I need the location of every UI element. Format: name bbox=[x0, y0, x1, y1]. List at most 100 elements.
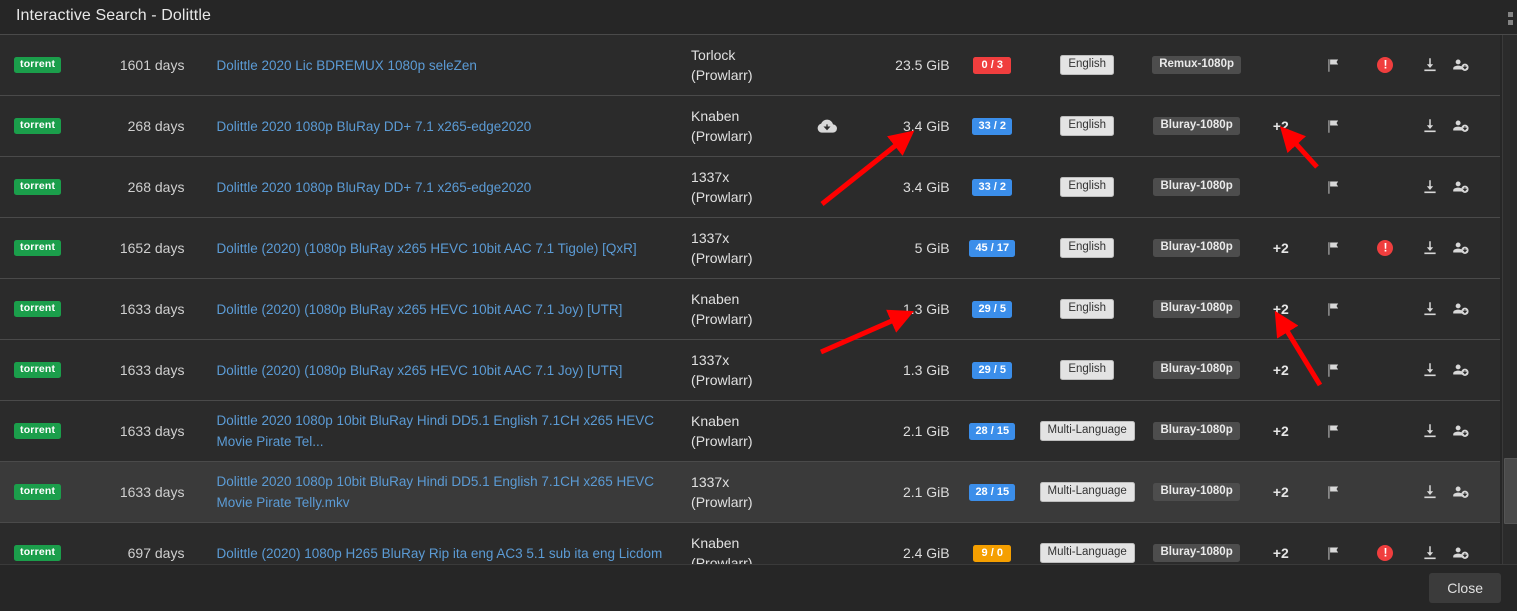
release-title-link[interactable]: Dolittle (2020) (1080p BluRay x265 HEVC … bbox=[216, 360, 622, 381]
age-value: 1633 days bbox=[119, 362, 185, 378]
warning-icon[interactable]: ! bbox=[1377, 57, 1394, 73]
peers-badge: 28 / 15 bbox=[969, 422, 1016, 440]
indexer-name: Knaben bbox=[691, 413, 740, 429]
download-icon[interactable] bbox=[1421, 422, 1439, 440]
download-icon[interactable] bbox=[1421, 56, 1439, 74]
cloud-download-icon[interactable] bbox=[817, 116, 837, 136]
download-icon[interactable] bbox=[1421, 361, 1439, 379]
release-age-cell: 1633 days bbox=[97, 362, 194, 378]
release-size-cell: 2.1 GiB bbox=[861, 423, 950, 439]
flag-icon[interactable] bbox=[1326, 302, 1341, 317]
peers-badge: 45 / 17 bbox=[969, 239, 1016, 257]
person-download-icon[interactable] bbox=[1451, 300, 1470, 319]
resize-grip-icon[interactable] bbox=[1503, 4, 1517, 32]
peers-cell: 0 / 3 bbox=[950, 56, 1035, 74]
indexer-cell: Torlock (Prowlarr) bbox=[691, 45, 793, 85]
download-icon[interactable] bbox=[1421, 544, 1439, 562]
release-title-cell: Dolittle 2020 Lic BDREMUX 1080p seleZen bbox=[194, 55, 691, 76]
table-row[interactable]: torrent 268 days Dolittle 2020 1080p BluRa… bbox=[0, 157, 1500, 218]
size-value: 2.4 GiB bbox=[902, 545, 950, 561]
modal-footer: Close bbox=[0, 564, 1517, 611]
flag-icon[interactable] bbox=[1326, 363, 1341, 378]
release-title-link[interactable]: Dolittle 2020 Lic BDREMUX 1080p seleZen bbox=[216, 55, 476, 76]
size-value: 1.3 GiB bbox=[902, 362, 950, 378]
flag-icon[interactable] bbox=[1326, 119, 1341, 134]
download-icon[interactable] bbox=[1421, 300, 1439, 318]
release-title-link[interactable]: Dolittle 2020 1080p BluRay DD+ 7.1 x265-… bbox=[216, 116, 531, 137]
protocol-badge: torrent bbox=[14, 362, 62, 378]
flag-icon[interactable] bbox=[1326, 58, 1341, 73]
peers-cell: 33 / 2 bbox=[950, 117, 1035, 135]
indexer-source: (Prowlarr) bbox=[691, 311, 753, 327]
peers-cell: 28 / 15 bbox=[950, 422, 1035, 440]
flag-icon[interactable] bbox=[1326, 241, 1341, 256]
peers-cell: 29 / 5 bbox=[950, 361, 1035, 379]
protocol-badge: torrent bbox=[14, 240, 62, 256]
table-row[interactable]: torrent 1601 days Dolittle 2020 Lic BDREMU… bbox=[0, 35, 1500, 96]
release-age-cell: 268 days bbox=[97, 179, 194, 195]
vertical-scrollbar[interactable] bbox=[1502, 35, 1517, 564]
release-title-link[interactable]: Dolittle (2020) (1080p BluRay x265 HEVC … bbox=[216, 238, 636, 259]
warning-icon[interactable]: ! bbox=[1377, 240, 1394, 256]
table-row[interactable]: torrent 1633 days Dolittle 2020 1080p 10bi… bbox=[0, 462, 1500, 523]
scrollbar-thumb[interactable] bbox=[1504, 458, 1517, 524]
table-row[interactable]: torrent 268 days Dolittle 2020 1080p BluRa… bbox=[0, 96, 1500, 157]
quality-cell: Bluray-1080p bbox=[1139, 483, 1253, 501]
custom-format-count: +2 bbox=[1272, 362, 1289, 378]
close-button[interactable]: Close bbox=[1429, 573, 1501, 603]
peers-cell: 33 / 2 bbox=[950, 178, 1035, 196]
download-icon[interactable] bbox=[1421, 239, 1439, 257]
rejection-cell: ! bbox=[1358, 545, 1412, 561]
release-title-cell: Dolittle 2020 1080p BluRay DD+ 7.1 x265-… bbox=[194, 177, 691, 198]
warning-icon[interactable]: ! bbox=[1377, 545, 1394, 561]
rejection-cell: ! bbox=[1358, 240, 1412, 256]
person-download-icon[interactable] bbox=[1451, 178, 1470, 197]
quality-badge: Bluray-1080p bbox=[1153, 483, 1240, 501]
protocol-badge: torrent bbox=[14, 545, 62, 561]
custom-formats-cell: +2 bbox=[1254, 484, 1308, 500]
release-title-link[interactable]: Dolittle (2020) 1080p H265 BluRay Rip it… bbox=[216, 543, 662, 564]
table-row[interactable]: torrent 1633 days Dolittle (2020) (1080p B… bbox=[0, 340, 1500, 401]
release-title-link[interactable]: Dolittle 2020 1080p 10bit BluRay Hindi D… bbox=[216, 471, 691, 513]
release-size-cell: 2.4 GiB bbox=[861, 545, 950, 561]
quality-badge: Bluray-1080p bbox=[1153, 422, 1240, 440]
release-protocol-cell: torrent bbox=[0, 301, 97, 317]
release-title-link[interactable]: Dolittle 2020 1080p BluRay DD+ 7.1 x265-… bbox=[216, 177, 531, 198]
row-actions-cell bbox=[1413, 483, 1500, 502]
flag-icon[interactable] bbox=[1326, 424, 1341, 439]
quality-cell: Bluray-1080p bbox=[1139, 544, 1253, 562]
person-download-icon[interactable] bbox=[1451, 56, 1470, 75]
person-download-icon[interactable] bbox=[1451, 544, 1470, 563]
person-download-icon[interactable] bbox=[1451, 361, 1470, 380]
release-title-link[interactable]: Dolittle (2020) (1080p BluRay x265 HEVC … bbox=[216, 299, 622, 320]
indexer-name: Knaben bbox=[691, 535, 740, 551]
release-size-cell: 3.4 GiB bbox=[861, 118, 950, 134]
flag-icon[interactable] bbox=[1326, 485, 1341, 500]
age-value: 268 days bbox=[127, 179, 185, 195]
language-cell: English bbox=[1035, 299, 1140, 319]
release-title-link[interactable]: Dolittle 2020 1080p 10bit BluRay Hindi D… bbox=[216, 410, 691, 452]
release-protocol-cell: torrent bbox=[0, 362, 97, 378]
person-download-icon[interactable] bbox=[1451, 483, 1470, 502]
person-download-icon[interactable] bbox=[1451, 239, 1470, 258]
size-value: 23.5 GiB bbox=[895, 57, 950, 73]
table-row[interactable]: torrent 1652 days Dolittle (2020) (1080p B… bbox=[0, 218, 1500, 279]
download-icon[interactable] bbox=[1421, 117, 1439, 135]
age-value: 1633 days bbox=[119, 484, 185, 500]
row-actions-cell bbox=[1413, 239, 1500, 258]
language-cell: English bbox=[1035, 177, 1140, 197]
release-protocol-cell: torrent bbox=[0, 423, 97, 439]
download-icon[interactable] bbox=[1421, 483, 1439, 501]
table-row[interactable]: torrent 1633 days Dolittle 2020 1080p 10bi… bbox=[0, 401, 1500, 462]
person-download-icon[interactable] bbox=[1451, 117, 1470, 136]
indexer-name: 1337x bbox=[691, 230, 730, 246]
flag-icon[interactable] bbox=[1326, 546, 1341, 561]
table-row[interactable]: torrent 697 days Dolittle (2020) 1080p H26… bbox=[0, 523, 1500, 564]
flag-icon[interactable] bbox=[1326, 180, 1341, 195]
release-title-cell: Dolittle (2020) (1080p BluRay x265 HEVC … bbox=[194, 238, 691, 259]
person-download-icon[interactable] bbox=[1451, 422, 1470, 441]
release-size-cell: 1.3 GiB bbox=[861, 362, 950, 378]
release-protocol-cell: torrent bbox=[0, 57, 97, 73]
download-icon[interactable] bbox=[1421, 178, 1439, 196]
table-row[interactable]: torrent 1633 days Dolittle (2020) (1080p B… bbox=[0, 279, 1500, 340]
